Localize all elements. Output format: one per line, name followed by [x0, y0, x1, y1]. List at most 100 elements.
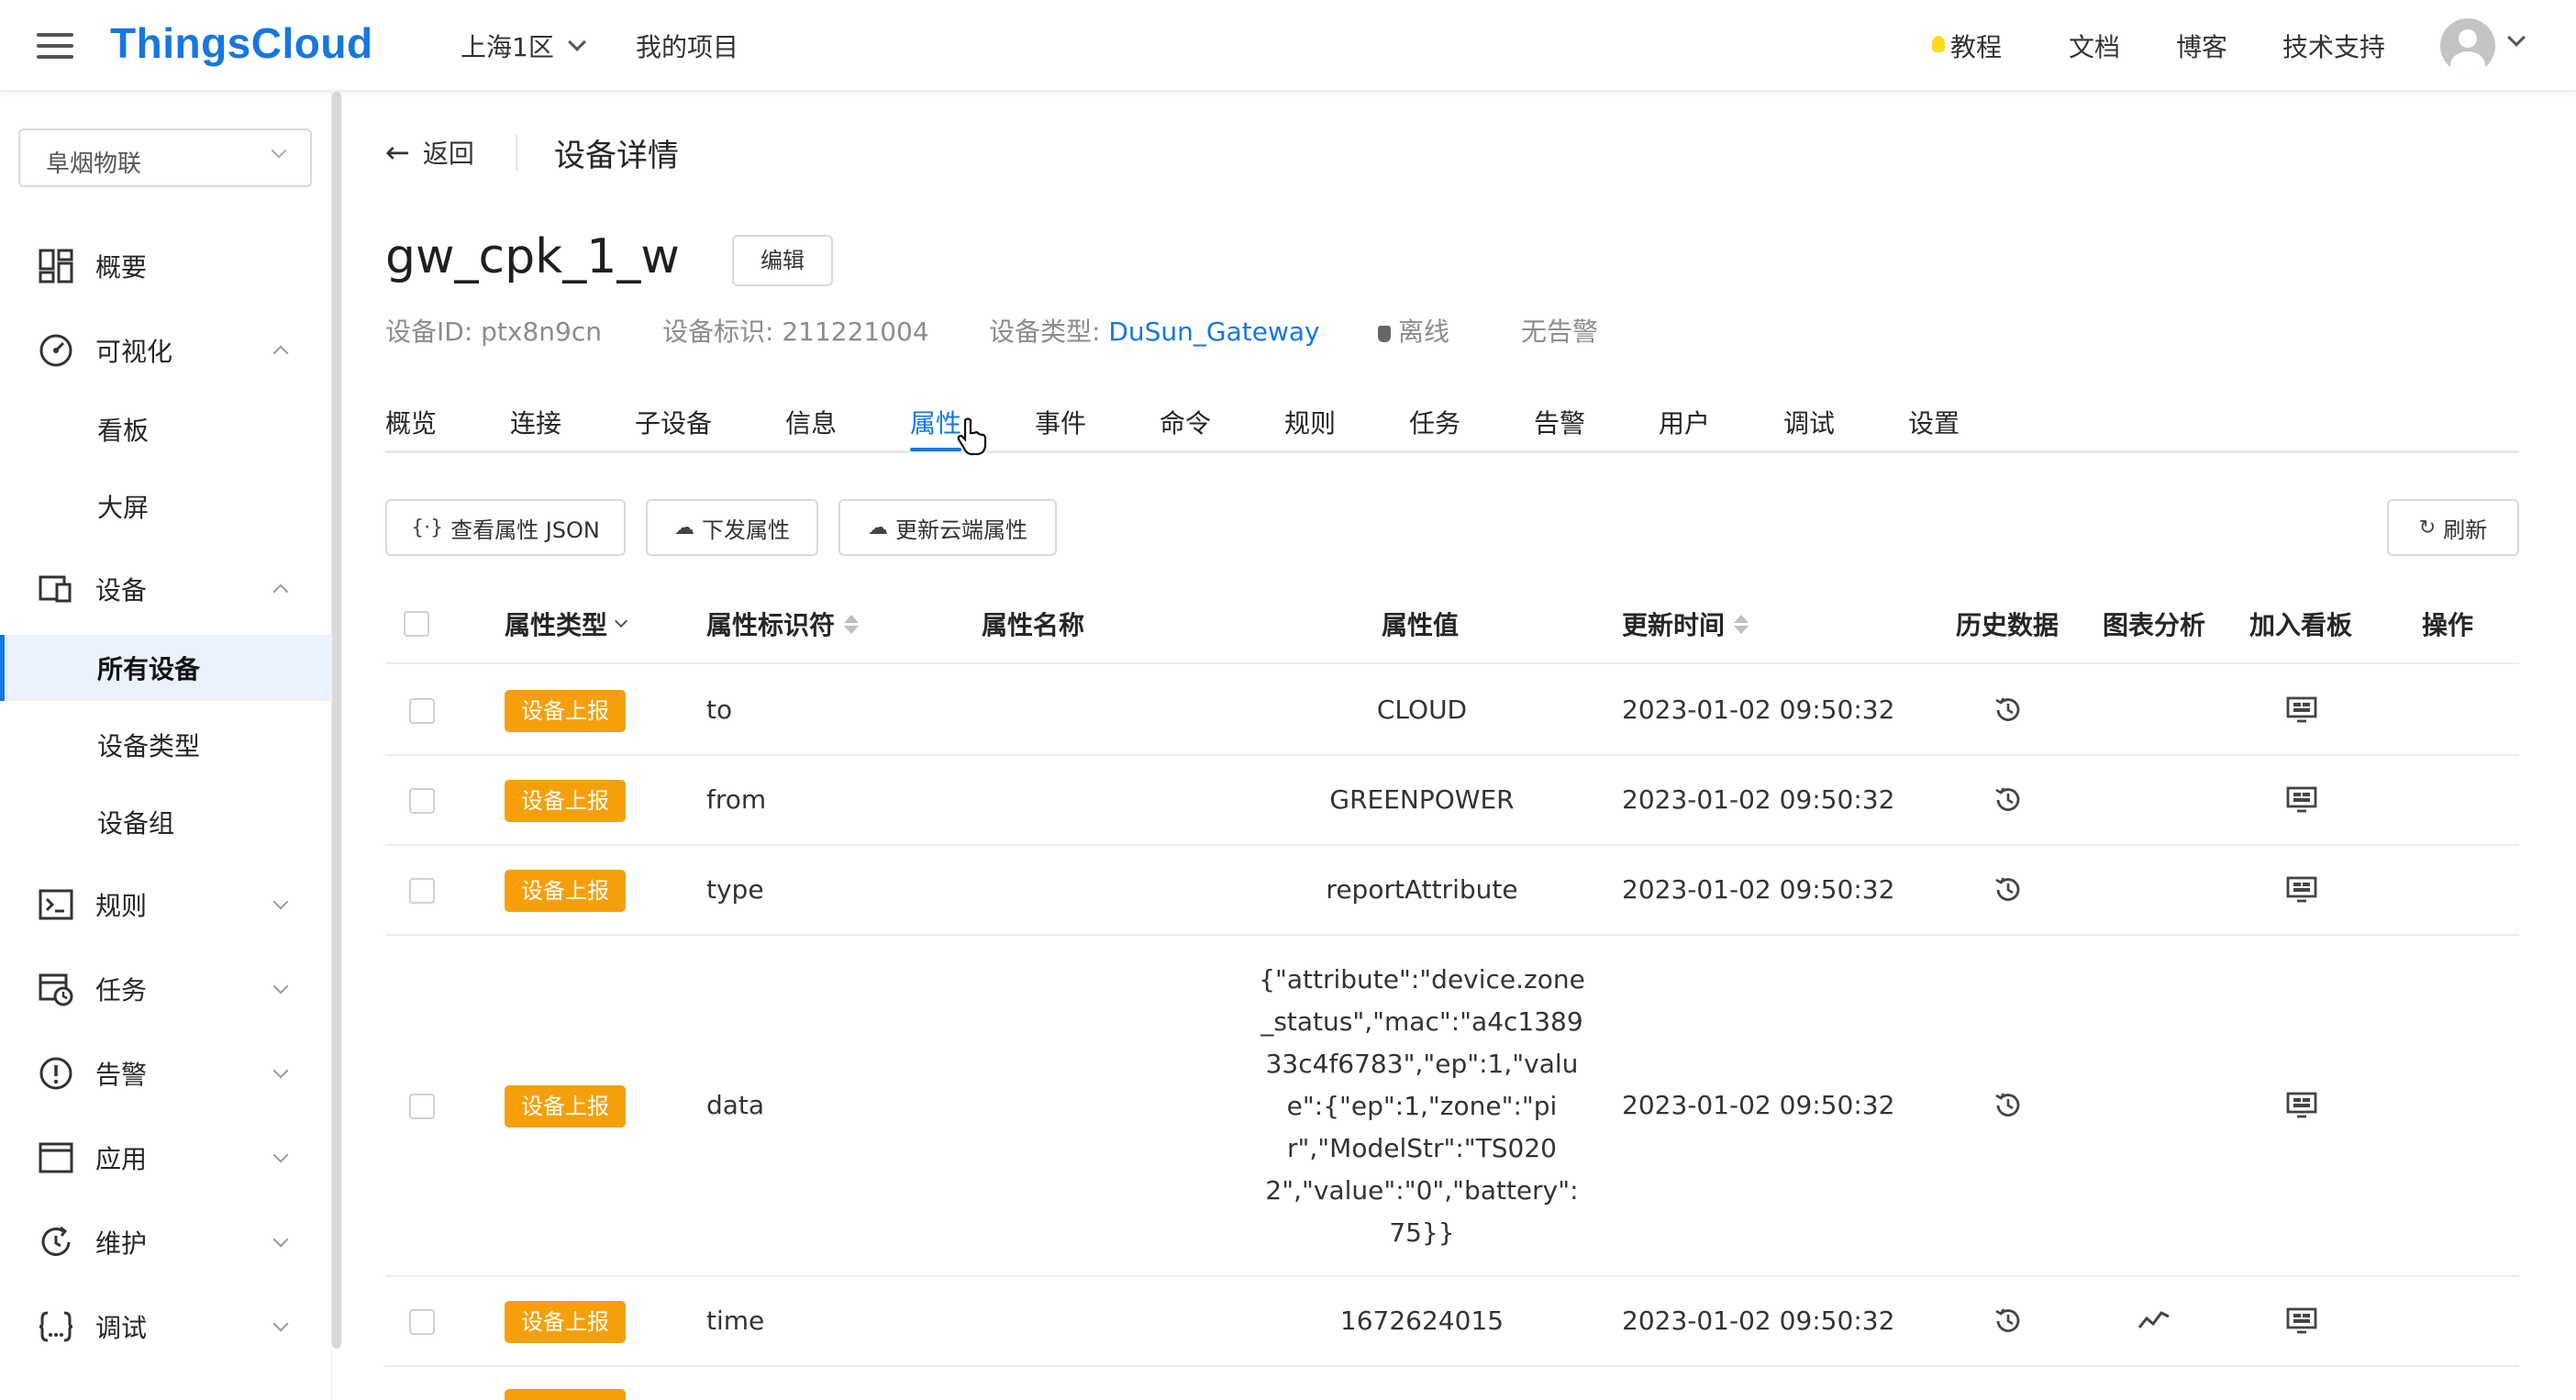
col-attr-name: 属性名称 [982, 610, 1085, 640]
edit-button[interactable]: 编辑 [732, 235, 833, 286]
tutorial-link[interactable]: 教程 [1932, 28, 2002, 64]
row-checkbox[interactable] [409, 878, 435, 904]
menu-toggle-icon[interactable] [37, 33, 73, 59]
tab-info[interactable]: 信息 [785, 404, 837, 440]
col-attr-id[interactable]: 属性标识符 [706, 606, 860, 642]
history-icon[interactable] [1993, 874, 2024, 909]
tab-rules[interactable]: 规则 [1284, 404, 1336, 440]
update-cloud-label: 更新云端属性 [895, 517, 1027, 543]
top-header: ThingsCloud 上海1区 我的项目 教程 文档 博客 技术支持 [0, 0, 2576, 92]
tab-debug[interactable]: 调试 [1783, 404, 1835, 440]
arrow-left-icon: ← [385, 135, 410, 170]
attr-value: {"attribute":"device.zone _status","mac":… [1255, 959, 1589, 1254]
avatar[interactable] [2440, 18, 2495, 73]
back-button[interactable]: ← 返回 [385, 134, 474, 171]
tab-tasks[interactable]: 任务 [1409, 404, 1460, 440]
sidebar-item-all-devices[interactable]: 所有设备 [0, 635, 332, 701]
chevron-down-icon[interactable] [2507, 28, 2526, 47]
sidebar-item-label: 调试 [95, 1313, 148, 1343]
tab-alarms[interactable]: 告警 [1534, 404, 1585, 440]
history-icon[interactable] [1993, 694, 2024, 729]
row-checkbox[interactable] [409, 788, 435, 814]
history-icon[interactable] [1993, 1306, 2024, 1340]
row-checkbox[interactable] [409, 1094, 435, 1119]
app-logo[interactable]: ThingsCloud [110, 18, 373, 68]
sidebar-item-debug[interactable]: 调试 [0, 1288, 332, 1365]
chevron-down-icon [567, 33, 586, 51]
send-attributes-button[interactable]: ☁ 下发属性 [646, 499, 818, 556]
device-type-link[interactable]: DuSun_Gateway [1108, 317, 1319, 347]
sidebar-item-board[interactable]: 看板 [0, 396, 332, 462]
page-title: 设备详情 [554, 138, 679, 174]
tab-overview[interactable]: 概览 [385, 404, 437, 440]
support-link[interactable]: 技术支持 [2282, 28, 2385, 64]
history-icon[interactable] [1993, 1090, 2024, 1125]
update-time: 2023-01-02 09:50:32 [1622, 784, 1895, 815]
chevron-down-icon [271, 142, 287, 159]
update-cloud-attributes-button[interactable]: ☁ 更新云端属性 [838, 499, 1057, 556]
chevron-down-icon [272, 1147, 289, 1163]
row-checkbox[interactable] [409, 1309, 435, 1335]
tab-subdevices[interactable]: 子设备 [635, 404, 712, 440]
col-attr-type[interactable]: 属性类型 [505, 606, 628, 642]
sidebar-item-device-types[interactable]: 设备类型 [0, 712, 332, 778]
sidebar-item-tasks[interactable]: 任务 [0, 950, 332, 1028]
device-key: 设备标识: 211221004 [662, 317, 929, 347]
attr-value-line: 33c4f6783","ep":1,"valu [1265, 1049, 1579, 1079]
update-time: 2023-01-02 09:50:32 [1622, 694, 1895, 725]
view-json-button[interactable]: {·} 查看属性 JSON [385, 499, 626, 556]
refresh-button[interactable]: ↻ 刷新 [2387, 499, 2519, 556]
device-name: gw_cpk_1_w [385, 229, 680, 284]
sidebar-item-visual[interactable]: 可视化 [0, 312, 332, 389]
app-window-icon [39, 1142, 73, 1173]
update-time: 2023-01-02 09:50:32 [1622, 1090, 1895, 1120]
update-time: 2023-01-02 09:50:32 [1622, 1306, 1895, 1336]
dashboard-monitor-icon[interactable] [2286, 696, 2317, 728]
my-projects-link[interactable]: 我的项目 [636, 28, 738, 64]
col-add-board: 加入看板 [2249, 610, 2353, 640]
history-icon[interactable] [1993, 784, 2024, 819]
region-label: 上海1区 [461, 32, 554, 62]
device-id: 设备ID: ptx8n9cn [385, 317, 602, 347]
blog-link[interactable]: 博客 [2176, 28, 2227, 64]
table-row: 设备上报 type reportAttribute 2023-01-02 09:50:… [385, 846, 2519, 936]
docs-link[interactable]: 文档 [2069, 28, 2120, 64]
table-header: 属性类型 属性标识符 属性名称 属性值 更新时间 历史数据 图表分析 加入看板 … [385, 576, 2519, 664]
sidebar-item-screen[interactable]: 大屏 [0, 473, 332, 539]
dashboard-monitor-icon[interactable] [2286, 876, 2317, 907]
col-chart: 图表分析 [2103, 610, 2206, 640]
column-label: 更新时间 [1622, 610, 1726, 640]
sidebar-item-label: 告警 [95, 1060, 148, 1090]
tab-settings[interactable]: 设置 [1908, 404, 1960, 440]
col-update-time[interactable]: 更新时间 [1622, 606, 1749, 642]
chevron-down-icon [272, 1231, 289, 1248]
tab-commands[interactable]: 命令 [1160, 404, 1211, 440]
device-type-label: 设备类型: [989, 317, 1109, 347]
tab-bar: 概览 连接 子设备 信息 属性 事件 命令 规则 任务 告警 用户 调试 设置 [385, 404, 2519, 456]
dashboard-monitor-icon[interactable] [2286, 786, 2317, 817]
project-select[interactable]: 阜烟物联 [18, 128, 312, 187]
sidebar-item-alarms[interactable]: 告警 [0, 1035, 332, 1112]
sidebar-item-overview[interactable]: 概要 [0, 228, 332, 305]
row-checkbox[interactable] [409, 698, 435, 724]
tab-users[interactable]: 用户 [1659, 404, 1710, 440]
column-label: 属性标识符 [706, 610, 836, 640]
sidebar-item-device-groups[interactable]: 设备组 [0, 789, 332, 855]
attr-value-line: {"attribute":"device.zone [1259, 964, 1585, 994]
sidebar-item-device[interactable]: 设备 [0, 550, 332, 628]
trend-chart-icon[interactable] [2137, 1309, 2171, 1335]
alarm-status: 无告警 [1521, 317, 1599, 347]
region-selector[interactable]: 上海1区 [461, 28, 586, 64]
tab-connection[interactable]: 连接 [510, 404, 561, 440]
dashboard-monitor-icon[interactable] [2286, 1307, 2317, 1339]
dashboard-monitor-icon[interactable] [2286, 1092, 2317, 1123]
cloud-icon: ☁ [868, 516, 888, 539]
tab-attributes[interactable]: 属性 [910, 404, 961, 440]
sidebar-item-apps[interactable]: 应用 [0, 1119, 332, 1196]
select-all-checkbox[interactable] [404, 611, 429, 637]
sidebar-item-rules[interactable]: 规则 [0, 866, 332, 943]
sidebar-scrollbar[interactable] [332, 92, 341, 1349]
sidebar-item-maintain[interactable]: 维护 [0, 1204, 332, 1281]
sidebar-item-label: 应用 [95, 1144, 148, 1174]
tab-events[interactable]: 事件 [1035, 404, 1086, 440]
